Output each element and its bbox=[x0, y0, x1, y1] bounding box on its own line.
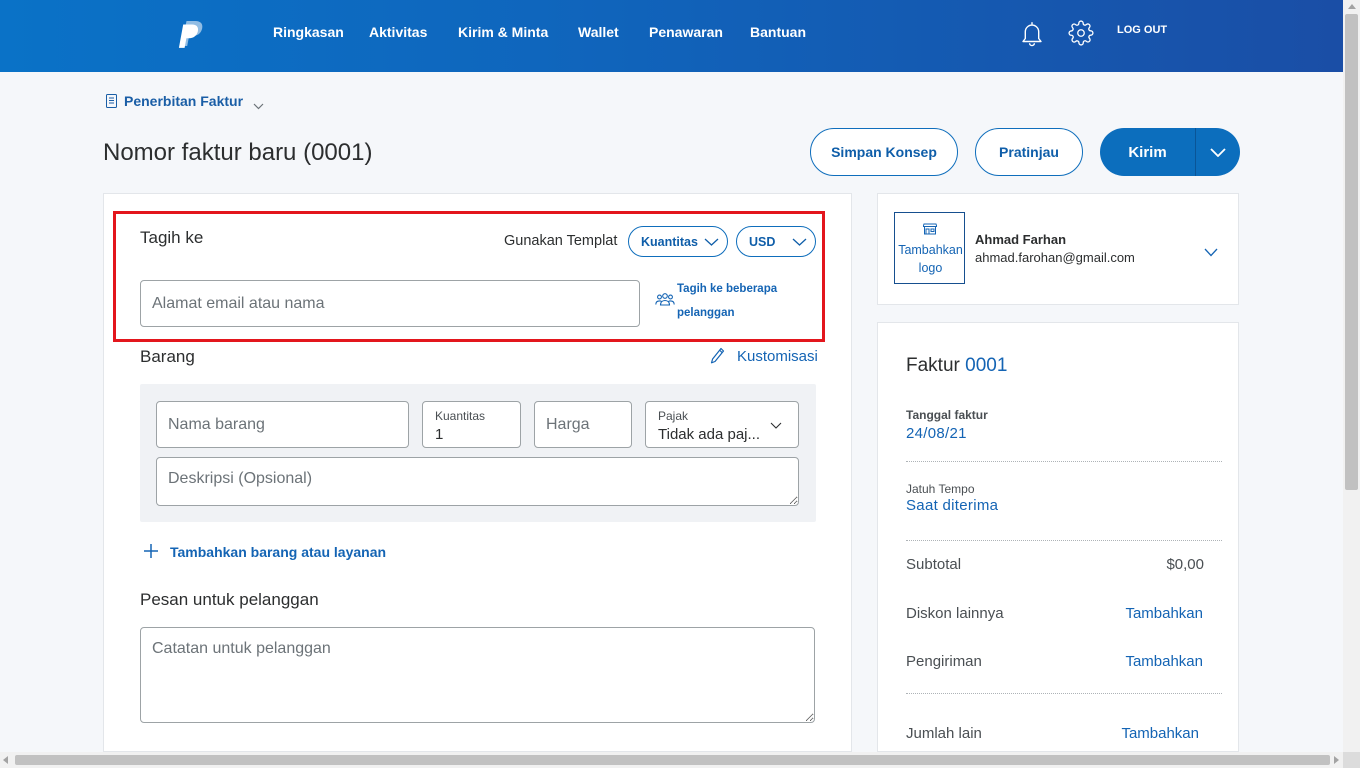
business-name: Ahmad Farhan bbox=[975, 232, 1067, 247]
currency-value: USD bbox=[749, 234, 776, 249]
top-nav-bar: Ringkasan Aktivitas Kirim & Minta Wallet… bbox=[0, 0, 1343, 72]
invoice-heading: Faktur 0001 bbox=[906, 354, 1007, 378]
bell-icon[interactable] bbox=[1019, 19, 1045, 47]
invoice-number[interactable]: 0001 bbox=[965, 355, 1007, 376]
message-title: Pesan untuk pelanggan bbox=[140, 590, 319, 609]
document-icon bbox=[106, 94, 117, 108]
paypal-logo-icon[interactable] bbox=[177, 20, 204, 51]
divider bbox=[906, 693, 1222, 694]
add-logo-button[interactable]: Tambahkan logo bbox=[894, 212, 965, 284]
invoice-summary-card bbox=[877, 322, 1239, 752]
quantity-input[interactable] bbox=[435, 426, 495, 444]
invoice-label: Faktur bbox=[906, 355, 960, 376]
add-shipping-link[interactable]: Tambahkan bbox=[1125, 653, 1203, 671]
invoice-date-value[interactable]: 24/08/21 bbox=[906, 425, 967, 443]
nav-item-help[interactable]: Bantuan bbox=[750, 24, 806, 40]
template-label: Gunakan Templat bbox=[504, 233, 618, 249]
business-email: ahmad.farohan@gmail.com bbox=[975, 250, 1135, 265]
summary-label: Pengiriman bbox=[906, 653, 982, 670]
subtotal-value: $0,00 bbox=[1166, 556, 1204, 573]
customize-link[interactable]: Kustomisasi bbox=[737, 348, 818, 366]
horizontal-scrollbar[interactable] bbox=[0, 752, 1343, 768]
plus-icon[interactable] bbox=[143, 543, 159, 559]
tax-select[interactable]: Pajak Tidak ada paj... bbox=[645, 401, 799, 448]
preview-button[interactable]: Pratinjau bbox=[975, 128, 1083, 176]
template-dropdown[interactable]: Kuantitas bbox=[628, 226, 728, 257]
item-description-input[interactable] bbox=[156, 457, 799, 506]
gear-icon[interactable] bbox=[1068, 20, 1094, 46]
item-name-input[interactable] bbox=[156, 401, 409, 448]
send-button[interactable]: Kirim bbox=[1100, 128, 1196, 176]
tax-value: Tidak ada paj... bbox=[658, 426, 761, 443]
chevron-down-icon bbox=[704, 238, 719, 246]
horizontal-scroll-thumb[interactable] bbox=[15, 755, 1330, 765]
items-title: Barang bbox=[140, 347, 195, 366]
page-title: Nomor faktur baru (0001) bbox=[103, 139, 373, 166]
summary-row-discount: Diskon lainnya Tambahkan bbox=[906, 605, 1203, 623]
due-date-label: Jatuh Tempo bbox=[906, 482, 975, 496]
add-discount-link[interactable]: Tambahkan bbox=[1125, 605, 1203, 623]
bill-multiple-customers-link[interactable]: Tagih ke beberapa pelanggan bbox=[677, 277, 781, 325]
send-options-button[interactable] bbox=[1196, 128, 1240, 176]
chevron-down-icon[interactable] bbox=[253, 97, 264, 110]
summary-row-subtotal: Subtotal $0,00 bbox=[906, 556, 1204, 574]
send-button-group: Kirim bbox=[1100, 128, 1240, 176]
summary-label: Diskon lainnya bbox=[906, 605, 1004, 622]
chevron-down-icon[interactable] bbox=[1204, 244, 1218, 257]
logout-link[interactable]: LOG OUT bbox=[1117, 23, 1167, 37]
due-date-value[interactable]: Saat diterima bbox=[906, 497, 998, 515]
nav-item-wallet[interactable]: Wallet bbox=[578, 24, 619, 40]
chevron-down-icon bbox=[792, 238, 807, 246]
customer-note-input[interactable] bbox=[140, 627, 815, 723]
nav-item-activity[interactable]: Aktivitas bbox=[369, 24, 427, 40]
scroll-right-icon[interactable] bbox=[1334, 756, 1339, 764]
quantity-field[interactable]: Kuantitas bbox=[422, 401, 521, 448]
store-icon bbox=[922, 222, 938, 235]
scroll-up-icon[interactable] bbox=[1348, 4, 1356, 9]
recipient-input[interactable] bbox=[140, 280, 640, 327]
save-draft-button[interactable]: Simpan Konsep bbox=[810, 128, 958, 176]
summary-row-other-amount: Jumlah lain Tambahkan bbox=[906, 725, 1199, 743]
summary-label: Subtotal bbox=[906, 556, 962, 573]
scrollbar-corner bbox=[1343, 752, 1360, 768]
add-logo-label: Tambahkan logo bbox=[898, 243, 963, 275]
quantity-label: Kuantitas bbox=[435, 409, 486, 423]
people-icon[interactable] bbox=[655, 292, 675, 306]
chevron-down-icon bbox=[1210, 147, 1226, 157]
nav-item-offers[interactable]: Penawaran bbox=[649, 24, 723, 40]
price-input[interactable] bbox=[534, 401, 632, 448]
add-item-link[interactable]: Tambahkan barang atau layanan bbox=[170, 543, 386, 561]
breadcrumb-invoicing[interactable]: Penerbitan Faktur bbox=[124, 92, 243, 110]
summary-label: Jumlah lain bbox=[906, 725, 982, 742]
currency-dropdown[interactable]: USD bbox=[736, 226, 816, 257]
nav-item-summary[interactable]: Ringkasan bbox=[273, 24, 344, 40]
nav-item-send-request[interactable]: Kirim & Minta bbox=[458, 24, 548, 40]
add-other-amount-link[interactable]: Tambahkan bbox=[1121, 725, 1199, 743]
chevron-down-icon bbox=[770, 422, 782, 429]
vertical-scroll-thumb[interactable] bbox=[1345, 14, 1358, 490]
divider bbox=[906, 461, 1222, 462]
summary-row-shipping: Pengiriman Tambahkan bbox=[906, 653, 1203, 671]
scroll-left-icon[interactable] bbox=[3, 756, 8, 764]
vertical-scrollbar[interactable] bbox=[1343, 0, 1360, 752]
invoice-date-label: Tanggal faktur bbox=[906, 408, 988, 422]
template-value: Kuantitas bbox=[641, 234, 698, 249]
tax-label: Pajak bbox=[658, 409, 689, 423]
pencil-icon[interactable] bbox=[710, 347, 725, 364]
bill-to-title: Tagih ke bbox=[140, 228, 204, 247]
divider bbox=[906, 540, 1222, 541]
